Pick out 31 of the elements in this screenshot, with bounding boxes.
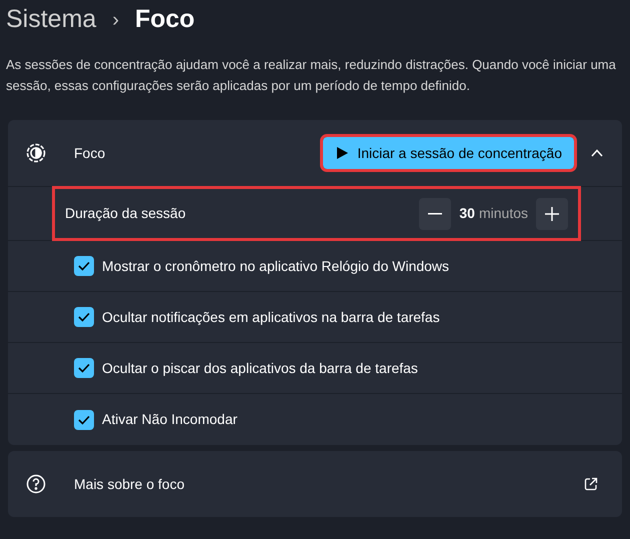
- minus-icon: [428, 212, 442, 214]
- checkmark-icon: [78, 363, 90, 373]
- page-title: Foco: [134, 4, 195, 36]
- external-link-icon: [584, 477, 598, 491]
- help-link-label: Mais sobre o foco: [74, 474, 184, 494]
- checkbox[interactable]: [74, 410, 94, 430]
- checkbox[interactable]: [74, 256, 94, 276]
- checkmark-icon: [78, 414, 90, 424]
- play-icon: [335, 146, 350, 160]
- breadcrumb-separator: ›: [111, 8, 120, 33]
- duration-unit: minutos: [478, 204, 528, 223]
- breadcrumb-parent[interactable]: Sistema: [6, 1, 96, 39]
- checkbox-label: Ativar Não Incomodar: [102, 410, 238, 429]
- checkbox-label: Ocultar notificações em aplicativos na barra de tarefas: [102, 308, 440, 327]
- duration-value: 30: [459, 204, 475, 223]
- checkbox-label: Ocultar o piscar dos aplicativos da barra de tarefas: [102, 358, 418, 378]
- checkbox[interactable]: [74, 358, 94, 378]
- focus-clock-icon: [26, 143, 46, 163]
- checkbox[interactable]: [74, 307, 94, 327]
- section-title: Foco: [74, 144, 106, 162]
- checkmark-icon: [78, 312, 90, 322]
- decrease-button[interactable]: [419, 198, 452, 230]
- question-icon: [26, 474, 46, 494]
- plus-icon: [545, 206, 559, 220]
- description: As sessões de concentração ajudam você a realizar mais, reduzindo distrações. Quando você iniciar uma sessão, essas configurações serão aplicadas por um período de tempo definido.: [5, 56, 617, 95]
- help-link-card[interactable]: Mais sobre o foco: [8, 451, 622, 517]
- checkmark-icon: [78, 261, 90, 271]
- duration-label: Duração da sessão: [65, 204, 186, 223]
- start-session-button[interactable]: Iniciar a sessão de concentração: [323, 137, 574, 169]
- increase-button[interactable]: [536, 198, 568, 230]
- checkbox-label: Mostrar o cronômetro no aplicativo Relógio do Windows: [102, 256, 450, 276]
